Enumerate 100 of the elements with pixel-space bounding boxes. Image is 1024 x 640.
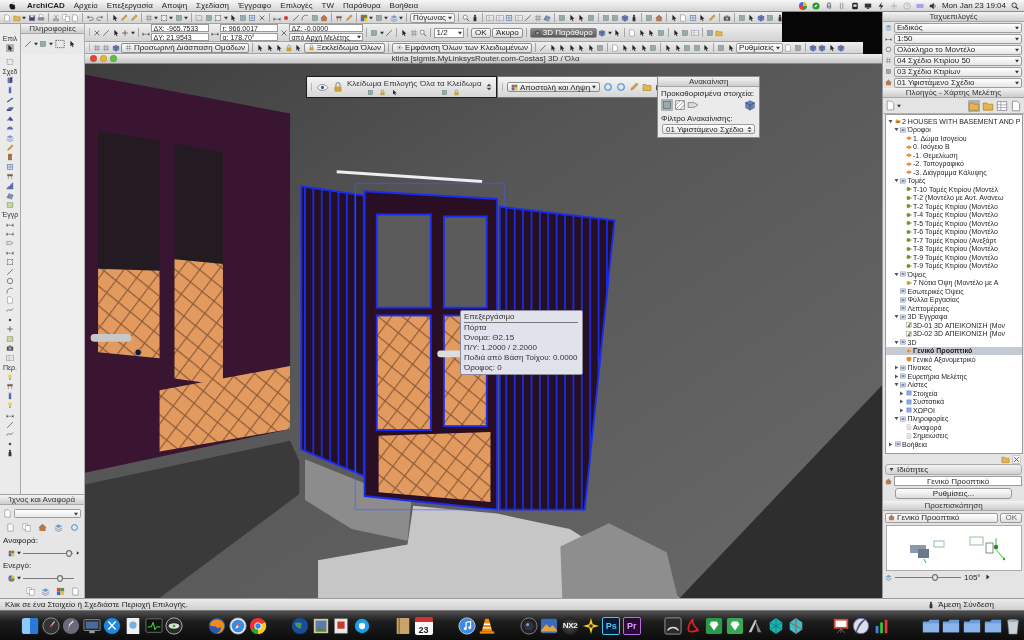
delete-icon[interactable] [1012,454,1021,464]
grid-icon[interactable] [125,44,132,51]
volume-icon[interactable] [928,1,937,10]
bars-icon[interactable] [837,1,846,10]
shell-icon[interactable] [6,124,14,133]
line-icon[interactable] [102,28,110,37]
expanded-triangle-icon[interactable] [889,467,894,472]
tag-icon[interactable] [687,99,699,111]
stairs-icon[interactable] [6,181,14,190]
ring-icon[interactable] [616,82,627,92]
reference-slider[interactable] [23,549,73,557]
menu-clock[interactable]: Mon Jan 23 19:04 [941,0,1006,11]
menu-item[interactable]: Βοήθεια [389,0,419,11]
pointer-icon[interactable] [390,88,398,96]
collapsed-triangle-icon[interactable] [899,390,904,396]
record-icon[interactable] [282,13,290,22]
arc-tile-icon[interactable] [663,616,682,635]
house-icon[interactable] [37,523,47,533]
door-icon[interactable] [6,153,14,162]
printer-icon[interactable] [37,13,45,22]
mesh-icon[interactable] [6,191,14,200]
pointer-icon[interactable] [827,43,836,52]
mode-dropdown[interactable]: Πόγωνας [410,12,455,23]
expanded-triangle-icon[interactable] [888,118,893,124]
camera-icon[interactable] [722,13,731,22]
quick-option-dropdown[interactable]: 04 Σχέδιο Κτιρίου 50 [894,55,1022,66]
grid-icon[interactable] [533,13,542,22]
gauge-icon[interactable] [41,616,60,635]
pointer-icon[interactable] [229,13,237,22]
house-icon[interactable] [654,13,663,22]
cube-icon[interactable] [111,43,120,52]
dock-app-tile[interactable]: Ps [602,616,621,635]
hatch-icon[interactable] [674,99,686,111]
up-down-arrows-icon[interactable] [746,125,754,133]
pointer-icon[interactable] [698,13,707,22]
cross-icon[interactable] [279,28,288,37]
window-icon[interactable] [505,13,514,22]
swatch-icon[interactable] [359,13,368,22]
search-icon[interactable] [1011,1,1019,10]
copy-icon[interactable] [21,523,31,533]
line-icon[interactable] [6,420,14,429]
cube-icon[interactable] [808,43,817,52]
trace-dropdown[interactable] [14,509,81,519]
view-angle-slider[interactable] [895,573,961,581]
house-icon[interactable] [885,79,892,86]
slider-thumb[interactable] [931,573,938,581]
chat-bubble-icon[interactable] [352,616,371,635]
collapsed-triangle-icon[interactable] [899,399,904,405]
swatch-icon[interactable] [511,83,518,91]
globe-icon[interactable] [290,616,309,635]
magnifier-icon[interactable] [461,13,470,22]
ring-icon[interactable] [69,523,79,533]
quick-option-dropdown[interactable]: 1:50 [894,33,1022,44]
gem-icon[interactable] [725,616,744,635]
grid-icon[interactable] [92,43,101,52]
expanded-triangle-icon[interactable] [893,314,899,320]
hatch-icon[interactable] [6,258,14,267]
cube-icon[interactable] [620,13,629,22]
swatch-icon[interactable] [56,586,65,596]
grid-icon[interactable] [144,13,153,22]
crossed-tools-circle-icon[interactable] [103,616,122,635]
square-icon[interactable] [661,99,673,111]
quick-option-dropdown[interactable]: Ολόκληρο το Μοντέλο [894,44,1022,55]
column-icon[interactable] [6,86,14,94]
quill-icon[interactable] [852,616,871,635]
dock-app-tile[interactable]: NX2 [561,616,580,635]
ring-icon[interactable] [603,82,614,92]
dock-app-tile[interactable]: Pr [622,616,641,635]
dimension-icon[interactable] [885,35,892,42]
copy-icon[interactable] [61,13,70,22]
window-icon[interactable] [248,13,256,22]
house-icon[interactable] [888,514,895,521]
globe-icon[interactable] [207,616,226,635]
pointer-icon[interactable] [6,44,14,53]
mesh-icon[interactable] [543,13,552,22]
camera-icon[interactable] [6,344,14,353]
show-locked-button[interactable]: Εμφάνιση Όλων των Κλειδωμένων [392,42,533,53]
3d-window-button[interactable]: 3D Παράθυρο [529,27,597,38]
arc-icon[interactable] [301,13,309,22]
slider-thumb[interactable] [56,574,63,582]
object-icon[interactable] [6,382,14,391]
collapsed-triangle-icon[interactable] [899,407,904,413]
photo-frame-icon[interactable] [311,616,330,635]
expanded-triangle-icon[interactable] [893,416,899,422]
window-zoom-button[interactable] [110,55,117,62]
copy-icon[interactable] [26,586,35,596]
app-status-icon[interactable] [850,1,859,10]
collapsed-triangle-icon[interactable] [893,365,899,371]
wall-icon[interactable] [6,76,14,85]
quick-option-dropdown[interactable]: 01 Υφιστάμενο Σχέδιο [894,77,1022,88]
table-icon[interactable] [996,99,1008,112]
split-tile-icon[interactable] [21,616,39,635]
leaf-circle-icon[interactable] [811,1,820,10]
drag-handle[interactable] [310,82,313,92]
arc-icon[interactable] [6,286,14,295]
quick-option-dropdown[interactable]: Ειδικός [894,22,1022,33]
slab-icon[interactable] [6,105,14,114]
color-wheel-icon[interactable] [8,574,15,582]
lens-icon[interactable] [519,616,538,635]
menu-item[interactable]: TW [321,0,334,11]
